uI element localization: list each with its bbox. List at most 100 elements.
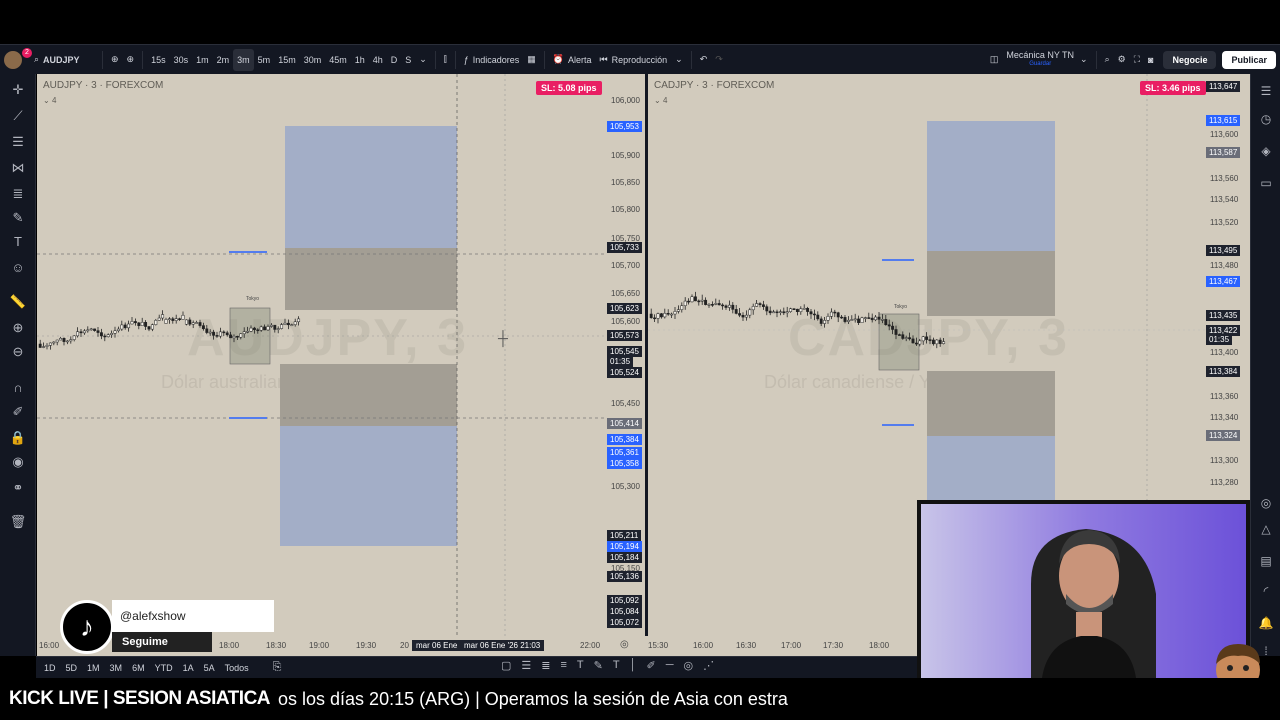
trend-line-icon[interactable]: ⟋ (8, 106, 28, 126)
price-tick: 105,900 (611, 151, 640, 160)
layout-menu[interactable]: ◫ Mecánica NY TN Guardar ⌄ (986, 49, 1092, 71)
compare-icon[interactable]: ⊕ (107, 49, 123, 71)
brush-icon[interactable]: ✎ (8, 208, 28, 228)
candle-body (649, 313, 653, 319)
rect-icon[interactable]: ▢ (501, 659, 511, 672)
chart-type-icon[interactable]: ⫿ (440, 49, 451, 71)
alert-label: Alerta (568, 54, 592, 65)
candle-body (110, 333, 114, 335)
lock-draw-icon[interactable]: ✐ (8, 402, 28, 422)
interval-15s[interactable]: 15s (147, 49, 170, 71)
pen-icon[interactable]: ✎ (594, 659, 603, 672)
channel-icon[interactable]: ≡ (561, 659, 567, 672)
interval-2m[interactable]: 2m (213, 49, 234, 71)
eye-icon[interactable]: ◉ (8, 452, 28, 472)
timeframe-1a[interactable]: 1A (183, 663, 194, 673)
avatar[interactable]: 2 (0, 47, 32, 71)
layouts-icon[interactable]: ▦ (523, 49, 540, 71)
trash-icon[interactable]: 🗑 (8, 512, 28, 532)
date-range-icon[interactable]: ⎘ (273, 661, 282, 674)
undo-icon[interactable]: ↶ (696, 49, 712, 71)
layers-icon[interactable]: ◈ (1257, 142, 1275, 160)
add-symbol-icon[interactable]: ⊕ (123, 49, 139, 71)
rewind-icon: ⏮ (599, 54, 608, 64)
price-tag: 113,587 (1206, 147, 1241, 158)
redo-icon[interactable]: ↷ (711, 49, 727, 71)
triangle-icon[interactable]: △ (1257, 520, 1275, 538)
alert-button[interactable]: ⏰ Alerta (549, 49, 596, 71)
interval-3m[interactable]: 3m (233, 48, 254, 71)
interval-S[interactable]: S (401, 49, 415, 71)
interval-30s[interactable]: 30s (170, 49, 193, 71)
interval-45m[interactable]: 45m (325, 49, 351, 71)
candle-body (761, 304, 765, 307)
chat-icon[interactable]: ▭ (1257, 174, 1275, 192)
tiktok-follow[interactable]: Seguime (112, 632, 212, 652)
indicators-button[interactable]: ƒ Indicadores (460, 49, 524, 71)
horizontal-line-icon[interactable]: ─ (666, 659, 674, 672)
publish-button[interactable]: Publicar (1222, 50, 1276, 69)
interval-D[interactable]: D (387, 49, 402, 71)
zoom-out-icon[interactable]: ⊖ (8, 342, 28, 362)
broadcast-icon[interactable]: ◜ (1257, 582, 1275, 600)
legend-toggle[interactable]: ⌄ 4 (654, 96, 667, 105)
chevron-down-icon[interactable]: ⌄ (415, 49, 431, 71)
interval-30m[interactable]: 30m (300, 49, 326, 71)
bell-icon[interactable]: 🔔 (1257, 614, 1275, 632)
fib-icon[interactable]: ≣ (8, 184, 28, 204)
timeframe-1d[interactable]: 1D (44, 663, 56, 673)
trade-button[interactable]: Negocie (1163, 50, 1217, 69)
replay-button[interactable]: ⏮ Reproducción ⌄ (596, 49, 687, 71)
timeframe-1m[interactable]: 1M (87, 663, 100, 673)
interval-15m[interactable]: 15m (274, 49, 300, 71)
horizontal-lines-icon[interactable]: ☰ (8, 132, 28, 152)
text-icon[interactable]: T (8, 232, 28, 252)
left-price-axis[interactable]: 106,000 105,900 105,850 105,800 105,750 105,7… (607, 74, 645, 636)
timeframe-todos[interactable]: Todos (225, 663, 249, 673)
separator (434, 50, 436, 69)
interval-1h[interactable]: 1h (351, 49, 369, 71)
symbol-search[interactable]: ⌕ AUDJPY (30, 49, 98, 71)
link-icon[interactable]: ⚭ (8, 478, 28, 498)
watchlist-icon[interactable]: ☰ (1257, 82, 1275, 100)
timeframe-ytd[interactable]: YTD (155, 663, 173, 673)
interval-4h[interactable]: 4h (369, 49, 387, 71)
timeframe-5d[interactable]: 5D (66, 663, 78, 673)
target-icon[interactable]: ◎ (684, 659, 694, 672)
pattern-icon[interactable]: ⋈ (8, 158, 28, 178)
lock-icon[interactable]: 🔒 (8, 428, 28, 448)
left-chart-panel[interactable]: AUDJPY, 3 Dólar australiano / Yen japoné… (37, 74, 607, 636)
candle-body (222, 331, 226, 334)
calendar-icon[interactable]: ▤ (1257, 552, 1275, 570)
brush-icon[interactable]: ✐ (646, 659, 655, 672)
target-icon[interactable]: ◎ (1257, 494, 1275, 512)
legend-toggle[interactable]: ⌄ 4 (43, 96, 56, 105)
candle-body (707, 304, 711, 306)
fullscreen-icon[interactable]: ⛶ (1130, 49, 1144, 71)
camera-icon[interactable]: ◙ (1144, 49, 1157, 71)
timeframe-3m[interactable]: 3M (110, 663, 123, 673)
magnet-icon[interactable]: ∩ (8, 378, 28, 398)
emoji-icon[interactable]: ☺ (8, 258, 28, 278)
interval-1m[interactable]: 1m (192, 49, 213, 71)
ruler-icon[interactable]: 📏 (8, 292, 28, 312)
candle-body (765, 306, 769, 312)
fib-icon[interactable]: ≣ (541, 659, 550, 672)
crosshair-icon[interactable]: ✛ (8, 80, 28, 100)
interval-5m[interactable]: 5m (254, 49, 275, 71)
text-tool-icon[interactable]: T (613, 659, 620, 672)
zoom-in-icon[interactable]: ⊕ (8, 318, 28, 338)
candle-body (249, 327, 253, 332)
timeframe-5a[interactable]: 5A (204, 663, 215, 673)
vertical-line-icon[interactable]: │ (630, 659, 637, 672)
timeframe-6m[interactable]: 6M (132, 663, 145, 673)
path-icon[interactable]: ⋰ (703, 659, 714, 672)
time-settings-icon[interactable]: ◎ (620, 639, 629, 650)
candle-body (235, 335, 239, 338)
text-icon[interactable]: T (577, 659, 584, 672)
candle-body (106, 334, 110, 338)
zoom-search-icon[interactable]: ⌕ (1101, 49, 1114, 71)
lines-icon[interactable]: ☰ (521, 659, 531, 672)
settings-gear-icon[interactable]: ⚙ (1114, 49, 1130, 71)
clock-icon[interactable]: ◷ (1257, 110, 1275, 128)
